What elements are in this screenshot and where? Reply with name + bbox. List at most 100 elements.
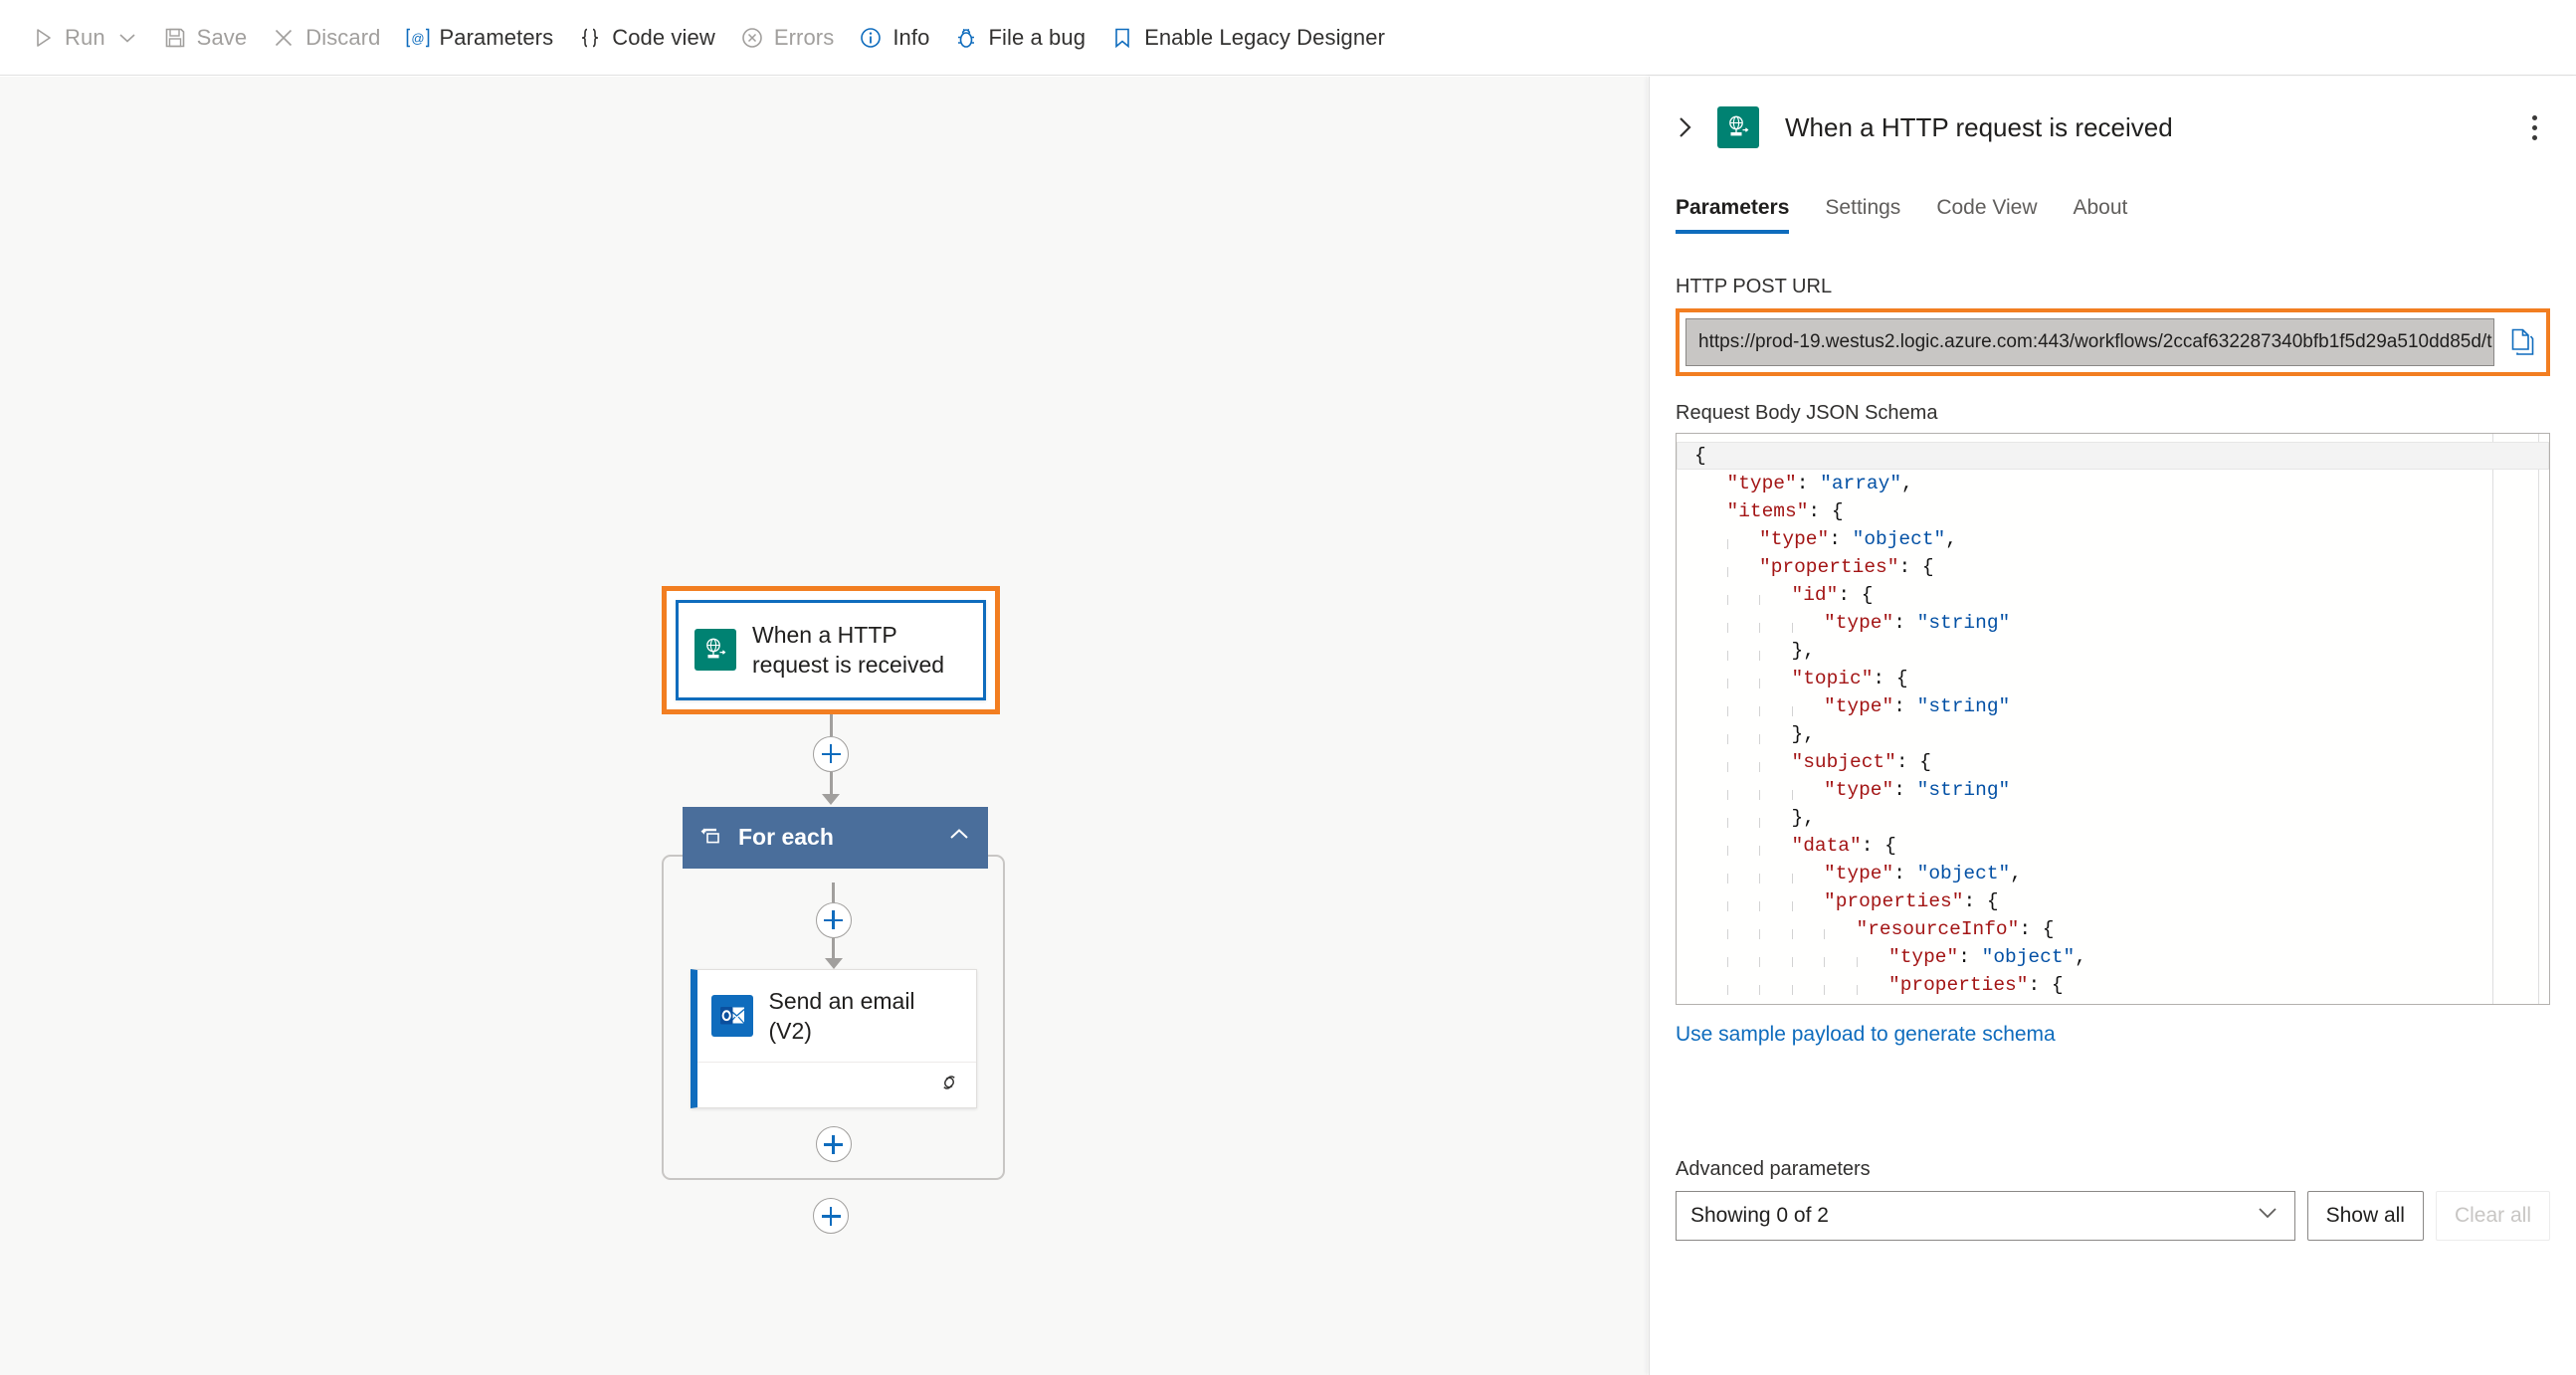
toolbar-item-label: Save xyxy=(196,24,248,50)
toolbar-item-parameters[interactable]: @ Parameters xyxy=(393,14,566,62)
chevron-up-icon[interactable] xyxy=(946,822,972,853)
top-toolbar: Run Save Discard @ Parameters Code view Errors… xyxy=(0,0,2576,76)
at-icon: @ xyxy=(405,25,431,51)
code-line: "properties": { xyxy=(1726,890,1999,912)
toolbar-item-label: Discard xyxy=(305,24,381,50)
copy-icon[interactable] xyxy=(2506,323,2540,361)
code-line: "items": { xyxy=(1726,500,1844,522)
chevron-down-icon[interactable] xyxy=(116,27,138,49)
toolbar-item-label: Info xyxy=(892,24,930,50)
request-body-schema-label: Request Body JSON Schema xyxy=(1676,402,1938,424)
panel-tabs: Parameters Settings Code View About xyxy=(1650,196,2576,234)
scope-for-each: For each Send an email (V2) xyxy=(662,806,1005,1181)
node-title: When a HTTP request is received xyxy=(752,622,945,679)
show-all-button[interactable]: Show all xyxy=(2306,1191,2424,1241)
http-post-url-label: HTTP POST URL xyxy=(1676,276,1833,297)
http-request-icon xyxy=(694,629,736,672)
code-line: }, xyxy=(1726,640,1815,662)
add-step-button-3[interactable] xyxy=(815,1126,852,1163)
code-line: "properties": { xyxy=(1726,974,2064,996)
bug-icon xyxy=(953,25,979,51)
toolbar-item-errors[interactable]: Errors xyxy=(727,14,847,62)
bookmark-icon xyxy=(1109,25,1135,51)
save-icon xyxy=(162,25,188,51)
node-when-a-http-request-is-received[interactable]: When a HTTP request is received xyxy=(676,600,986,700)
error-icon xyxy=(739,25,765,51)
code-line: "type": "object", xyxy=(1726,528,1957,550)
advanced-parameters-value: Showing 0 of 2 xyxy=(1690,1204,1829,1227)
use-sample-payload-link[interactable]: Use sample payload to generate schema xyxy=(1676,1023,2056,1047)
code-line: }, xyxy=(1726,807,1815,829)
code-line: "data": { xyxy=(1726,835,1896,857)
advanced-parameters-select[interactable]: Showing 0 of 2 xyxy=(1676,1191,2295,1241)
tab-about[interactable]: About xyxy=(2056,196,2146,234)
code-line: "properties": { xyxy=(1726,556,1934,578)
code-line: "id": { xyxy=(1677,999,2549,1004)
code-line: "id": { xyxy=(1726,584,1874,606)
page-title: When a HTTP request is received xyxy=(1785,111,2173,142)
toolbar-item-label: Errors xyxy=(773,24,835,50)
loop-icon xyxy=(698,823,722,852)
http-request-icon xyxy=(1717,106,1759,148)
outlook-icon xyxy=(710,995,753,1038)
json-schema-content: { "type": "array", "items": { "type": "obje… xyxy=(1677,434,2549,1004)
info-icon xyxy=(858,25,884,51)
close-icon xyxy=(271,25,297,51)
connector-after-foreach xyxy=(662,1198,1000,1235)
toolbar-item-info[interactable]: Info xyxy=(846,14,941,62)
toolbar-item-label: Enable Legacy Designer xyxy=(1144,24,1385,50)
node-title: Send an email (V2) xyxy=(768,987,915,1045)
code-line: "topic": { xyxy=(1726,668,1908,689)
add-step-button-4[interactable] xyxy=(813,1198,849,1235)
http-post-url-highlight-box: https://prod-19.westus2.logic.azure.com:… xyxy=(1676,308,2550,376)
toolbar-item-code-view[interactable]: Code view xyxy=(565,14,727,62)
tab-settings[interactable]: Settings xyxy=(1807,196,1918,234)
play-icon xyxy=(30,25,56,51)
node-send-an-email-v2[interactable]: Send an email (V2) xyxy=(690,968,977,1109)
add-step-button-2[interactable] xyxy=(815,901,852,938)
toolbar-item-label: Parameters xyxy=(439,24,554,50)
code-line: "type": "string" xyxy=(1726,612,2011,634)
toolbar-item-discard[interactable]: Discard xyxy=(259,14,392,62)
chevron-down-icon xyxy=(2255,1204,2280,1228)
tab-parameters[interactable]: Parameters xyxy=(1676,196,1807,234)
toolbar-item-enable-legacy-designer[interactable]: Enable Legacy Designer xyxy=(1097,14,1397,62)
code-line: "subject": { xyxy=(1726,751,1931,773)
clear-all-button: Clear all xyxy=(2435,1191,2550,1241)
code-line: "type": "string" xyxy=(1726,695,2011,717)
panel-header: When a HTTP request is received xyxy=(1650,77,2576,148)
more-vertical-icon[interactable] xyxy=(2518,107,2550,147)
code-line: "type": "object", xyxy=(1726,863,2022,884)
add-step-button-1[interactable] xyxy=(813,735,849,772)
connector-trigger-to-foreach xyxy=(662,713,1000,805)
action-footer xyxy=(696,1062,976,1107)
json-schema-editor[interactable]: { "type": "array", "items": { "type": "obje… xyxy=(1676,433,2550,1005)
workflow-canvas[interactable]: When a HTTP request is received For each… xyxy=(0,77,1648,1375)
toolbar-item-label: File a bug xyxy=(988,24,1087,50)
arrow-icon xyxy=(822,793,840,805)
toolbar-item-label: Code view xyxy=(612,24,715,50)
tab-code-view[interactable]: Code View xyxy=(1918,196,2055,234)
arrow-icon xyxy=(824,957,843,969)
braces-icon xyxy=(577,25,603,51)
toolbar-item-file-a-bug[interactable]: File a bug xyxy=(941,14,1097,62)
http-post-url-input[interactable]: https://prod-19.westus2.logic.azure.com:… xyxy=(1685,318,2494,366)
code-line: "type": "object", xyxy=(1726,946,2086,968)
svg-text:@: @ xyxy=(411,31,424,46)
toolbar-item-label: Run xyxy=(65,24,105,50)
code-line: "resourceInfo": { xyxy=(1726,918,2055,940)
toolbar-item-save[interactable]: Save xyxy=(150,14,260,62)
connector-foreach-to-action xyxy=(815,882,852,969)
code-line: { xyxy=(1677,442,2549,470)
toolbar-item-run[interactable]: Run xyxy=(18,14,150,62)
panel-body: HTTP POST URL https://prod-19.westus2.lo… xyxy=(1650,276,2576,1241)
workflow-graph: When a HTTP request is received For each… xyxy=(662,586,1020,1235)
foreach-title: For each xyxy=(738,824,834,851)
advanced-parameters-label: Advanced parameters xyxy=(1676,1158,1871,1180)
chevron-right-icon[interactable] xyxy=(1672,107,1699,147)
details-panel: When a HTTP request is received Paramete… xyxy=(1649,77,2576,1375)
code-line: "type": "array", xyxy=(1726,473,1913,494)
code-line: "type": "string" xyxy=(1726,779,2011,801)
link-icon[interactable] xyxy=(936,1072,962,1098)
foreach-header[interactable]: For each xyxy=(683,806,988,869)
